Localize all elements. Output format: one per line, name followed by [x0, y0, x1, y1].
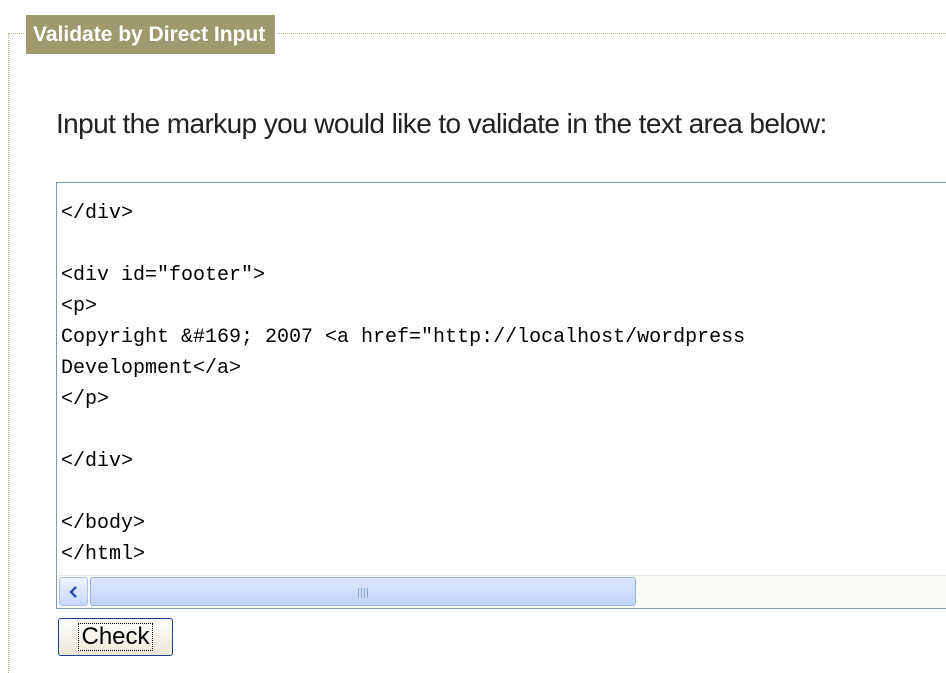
horizontal-scrollbar[interactable]	[58, 575, 946, 608]
fieldset-legend: Validate by Direct Input	[26, 15, 276, 54]
check-button-label: Check	[78, 623, 153, 651]
markup-textarea-content[interactable]: </div> <div id="footer"> <p> Copyright &…	[61, 198, 745, 570]
check-button[interactable]: Check	[58, 618, 173, 656]
grip-icon	[358, 588, 370, 598]
instruction-text: Input the markup you would like to valid…	[56, 108, 827, 139]
chevron-left-icon	[69, 586, 77, 598]
scrollbar-thumb[interactable]	[90, 577, 636, 606]
scroll-left-button[interactable]	[59, 577, 88, 606]
markup-textarea[interactable]: </div> <div id="footer"> <p> Copyright &…	[56, 182, 946, 609]
